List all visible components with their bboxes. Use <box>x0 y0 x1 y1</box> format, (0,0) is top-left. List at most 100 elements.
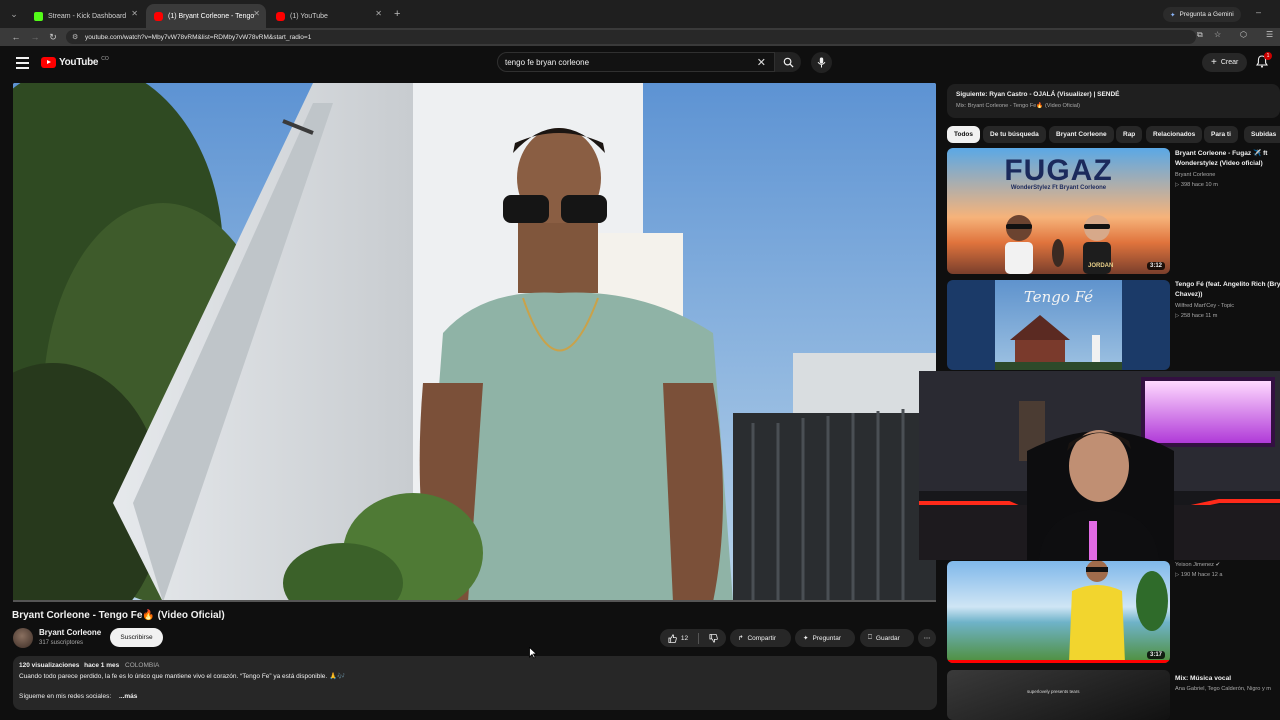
minimize-window-icon[interactable]: – <box>1256 7 1261 17</box>
tab-search-icon[interactable]: ⌄ <box>6 7 22 21</box>
up-next-panel[interactable]: Siguiente: Ryan Castro - OJALÁ (Visualiz… <box>947 84 1280 118</box>
more-actions-button[interactable]: ⋯ <box>918 629 936 647</box>
youtube-favicon-icon <box>154 11 163 21</box>
install-app-icon[interactable]: ⧉ <box>1197 30 1203 40</box>
share-icon: ↱ <box>738 635 744 642</box>
tab-youtube[interactable]: (1) YouTube ✕ <box>268 4 388 28</box>
channel-name[interactable]: Bryant Corleone <box>39 628 101 637</box>
close-tab-icon[interactable]: ✕ <box>131 9 138 18</box>
show-more-link[interactable]: ...más <box>119 693 137 700</box>
subscriber-count: 317 suscriptores <box>39 640 84 646</box>
youtube-header: YouTube CO tengo fe bryan corleone ✕ + C… <box>0 46 1280 82</box>
extensions-icon[interactable]: ⬡ <box>1240 30 1247 39</box>
video-duration: 3:17 <box>1146 651 1165 659</box>
chip-todos[interactable]: Todos <box>947 126 981 143</box>
like-count[interactable]: 12 <box>681 635 688 642</box>
house-illustration <box>995 315 1122 370</box>
share-button[interactable]: ↱ Compartir <box>730 629 791 647</box>
voice-search-button[interactable] <box>811 52 832 73</box>
webcam-feed <box>919 371 1280 560</box>
chip-para-ti[interactable]: Para ti <box>1204 126 1238 143</box>
tab-label: (1) YouTube <box>290 12 328 20</box>
url-field[interactable]: ⚙ youtube.com/watch?v=Mby7vW78vRM&list=R… <box>66 30 1196 44</box>
chip-bryant-corleone[interactable]: Bryant Corleone <box>1049 126 1114 143</box>
back-arrow-icon[interactable]: ← <box>9 30 23 44</box>
description-text: Cuando todo parece perdido, la fe es lo … <box>19 673 346 680</box>
up-next-title: Siguiente: Ryan Castro - OJALÁ (Visualiz… <box>956 91 1120 98</box>
recommendation-thumbnail[interactable]: FUGAZ WonderStylez Ft Bryant Corleone JO… <box>947 148 1170 274</box>
clear-search-icon[interactable]: ✕ <box>757 56 766 69</box>
gemini-label: Pregunta a Gemini <box>1179 11 1234 18</box>
chip-rap[interactable]: Rap <box>1116 126 1143 143</box>
recommendation-channel[interactable]: Yeison Jimenez ✔ <box>1175 562 1220 568</box>
reload-icon[interactable]: ↻ <box>46 30 60 44</box>
plus-icon: + <box>1211 57 1217 68</box>
man-yellow-shirt-illustration <box>1069 561 1168 663</box>
title-line: Wonderstylez (Video oficial) <box>1175 159 1263 167</box>
tab-label: (1) Bryant Corleone - Tengo Fe🔥 <box>168 13 256 20</box>
recommendation-channel[interactable]: Bryant Corleone <box>1175 172 1215 178</box>
follow-text: Sígueme en mis redes sociales: <box>19 693 112 700</box>
thumbs-up-icon[interactable] <box>668 633 677 643</box>
video-duration: 3:12 <box>1146 262 1165 270</box>
search-input[interactable]: tengo fe bryan corleone ✕ <box>497 52 775 72</box>
recommendation-thumbnail[interactable]: superlovely presents tears <box>947 670 1170 720</box>
video-player[interactable] <box>13 83 936 602</box>
video-title: Bryant Corleone - Tengo Fe🔥 (Video Ofici… <box>12 610 225 621</box>
create-button[interactable]: + Crear <box>1202 53 1248 72</box>
save-button[interactable]: ⎕ Guardar <box>860 629 914 647</box>
title-line: Chavez)) <box>1175 290 1203 298</box>
recommendation-title[interactable]: Bryant Corleone - Fugaz ✈️ ft Wonderstyl… <box>1175 149 1280 168</box>
mouse-cursor-icon <box>529 647 537 659</box>
chip-subidas[interactable]: Subidas <box>1244 126 1280 143</box>
channel-avatar[interactable] <box>13 628 33 648</box>
ask-button[interactable]: ✦ Preguntar <box>795 629 855 647</box>
youtube-play-icon <box>41 57 56 68</box>
ask-gemini-button[interactable]: ✦ Pregunta a Gemini <box>1163 7 1241 22</box>
sparkle-icon: ✦ <box>803 635 809 642</box>
menu-icon[interactable] <box>16 57 29 69</box>
subscribe-button[interactable]: Suscribirse <box>110 628 163 647</box>
recommendation-thumbnail[interactable]: Tengo Fé <box>947 280 1170 370</box>
notification-badge: 1 <box>1264 52 1272 60</box>
ask-label: Preguntar <box>812 634 841 642</box>
share-label: Compartir <box>747 634 776 642</box>
like-divider <box>698 632 700 644</box>
recommendation-meta: ▷ 190 M hace 12 a <box>1175 572 1223 578</box>
new-tab-button[interactable]: + <box>394 8 400 20</box>
recommendation-channel[interactable]: Ana Gabriel, Tego Calderón, Nigro y m <box>1175 686 1271 692</box>
save-label: Guardar <box>875 634 900 642</box>
recommendation-thumbnail[interactable]: 3:17 <box>947 561 1170 663</box>
like-dislike-group: 12 <box>660 629 726 647</box>
video-progress-bar[interactable] <box>13 600 936 602</box>
tab-bryant-corleone[interactable]: (1) Bryant Corleone - Tengo Fe🔥 ✕ <box>146 4 266 28</box>
recommendation-channel[interactable]: Wilfred Mart'Cey - Topic <box>1175 303 1234 309</box>
description-meta: 120 visualizaciones hace 1 mes COLOMBIA <box>19 662 159 669</box>
album-art: Tengo Fé <box>995 280 1122 370</box>
close-tab-icon[interactable]: ✕ <box>375 9 382 18</box>
description-follow: Sígueme en mis redes sociales: ...más <box>19 693 137 700</box>
youtube-logo[interactable]: YouTube CO <box>41 55 109 68</box>
logo-country: CO <box>101 55 109 62</box>
search-button[interactable] <box>775 52 801 72</box>
microphone-icon <box>817 57 826 68</box>
upload-age: hace 1 mes <box>84 662 120 669</box>
site-info-icon[interactable]: ⚙ <box>72 33 78 41</box>
chip-relacionados[interactable]: Relacionados <box>1146 126 1203 143</box>
bookmark-star-icon[interactable]: ☆ <box>1214 30 1221 39</box>
cartoon-figures-illustration <box>1005 215 1111 274</box>
webcam-overlay <box>919 371 1280 560</box>
recommendation-title[interactable]: Tengo Fé (feat. Angelito Rich (Bry Chave… <box>1175 280 1280 299</box>
forward-arrow-icon[interactable]: → <box>28 30 42 44</box>
tab-label: Stream - Kick Dashboard <box>48 12 127 20</box>
thumbs-down-icon[interactable] <box>709 633 718 643</box>
chip-de-tu-busqueda[interactable]: De tu búsqueda <box>983 126 1046 143</box>
close-tab-icon[interactable]: ✕ <box>253 9 260 18</box>
description-box[interactable]: 120 visualizaciones hace 1 mes COLOMBIA … <box>13 656 937 710</box>
url-text: youtube.com/watch?v=Mby7vW78vRM&list=RDM… <box>85 33 312 41</box>
profile-icon[interactable]: ☰ <box>1266 30 1273 39</box>
more-icon: ⋯ <box>923 635 931 642</box>
tab-kick-dashboard[interactable]: Stream - Kick Dashboard ✕ <box>26 4 144 28</box>
recommendation-meta: ▷ 258 hace 11 m <box>1175 313 1218 319</box>
recommendation-title[interactable]: Mix: Música vocal <box>1175 674 1280 684</box>
